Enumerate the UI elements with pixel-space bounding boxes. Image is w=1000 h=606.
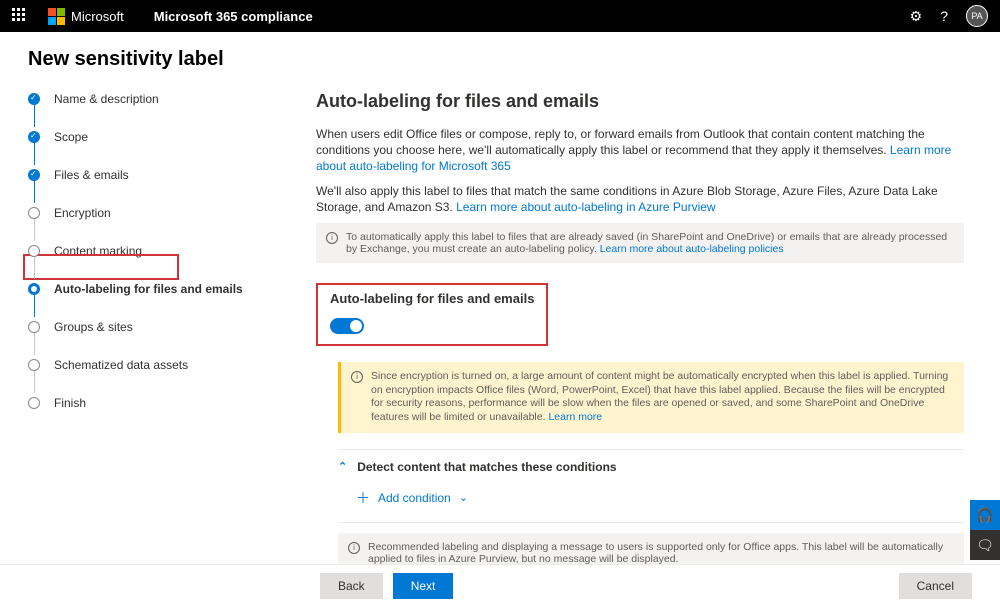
step-bullet-icon xyxy=(28,93,40,105)
conditions-expander: ⌃ Detect content that matches these cond… xyxy=(338,449,964,523)
step-label: Files & emails xyxy=(54,168,129,182)
wizard-step[interactable]: Schematized data assets xyxy=(28,357,272,373)
info-bar-policies: i To automatically apply this label to f… xyxy=(316,223,964,263)
help-icon[interactable]: ? xyxy=(940,8,948,24)
wizard-steps: Name & description Scope Files & emails Enc… xyxy=(0,83,300,583)
step-bullet-icon xyxy=(28,245,40,257)
avatar[interactable]: PA xyxy=(966,5,988,27)
app-name: Microsoft 365 compliance xyxy=(154,9,313,24)
microsoft-logo: Microsoft xyxy=(48,8,124,25)
wizard-step[interactable]: Name & description xyxy=(28,91,272,107)
brand-text: Microsoft xyxy=(71,9,124,24)
wizard-step[interactable]: Files & emails xyxy=(28,167,272,183)
info-icon: i xyxy=(326,232,338,244)
floating-help: 🎧 🗨 xyxy=(970,500,1000,560)
step-bullet-icon xyxy=(28,207,40,219)
step-bullet-icon xyxy=(28,169,40,181)
add-condition-button[interactable]: ＋ Add condition ⌄ xyxy=(356,488,964,508)
step-label: Encryption xyxy=(54,206,111,220)
cancel-button[interactable]: Cancel xyxy=(899,573,972,599)
wizard-footer: Back Next Cancel xyxy=(0,564,1000,606)
step-label: Groups & sites xyxy=(54,320,133,334)
step-label: Finish xyxy=(54,396,86,410)
app-header: Microsoft Microsoft 365 compliance ⚙ ? P… xyxy=(0,0,1000,32)
toggle-label: Auto-labeling for files and emails xyxy=(330,291,534,306)
main-content: Auto-labeling for files and emails When … xyxy=(300,83,1000,583)
expander-header[interactable]: ⌃ Detect content that matches these cond… xyxy=(338,460,964,474)
chevron-down-icon: ⌄ xyxy=(459,491,468,504)
wizard-step[interactable]: Scope xyxy=(28,129,272,145)
encryption-warning: i Since encryption is turned on, a large… xyxy=(338,362,964,433)
wizard-step[interactable]: Content marking xyxy=(28,243,272,259)
step-bullet-icon xyxy=(28,359,40,371)
page-title: New sensitivity label xyxy=(0,32,1000,83)
description-2: We'll also apply this label to files tha… xyxy=(316,183,964,215)
wizard-step[interactable]: Groups & sites xyxy=(28,319,272,335)
wizard-step[interactable]: Finish xyxy=(28,395,272,411)
info-icon: i xyxy=(348,542,360,554)
plus-icon: ＋ xyxy=(356,488,370,508)
chevron-up-icon: ⌃ xyxy=(338,460,347,473)
learn-more-link-purview[interactable]: Learn more about auto-labeling in Azure … xyxy=(456,200,716,214)
next-button[interactable]: Next xyxy=(393,573,454,599)
step-label: Scope xyxy=(54,130,88,144)
auto-labeling-toggle[interactable] xyxy=(330,318,364,334)
waffle-icon[interactable] xyxy=(12,8,28,24)
section-heading: Auto-labeling for files and emails xyxy=(316,91,964,112)
headset-icon[interactable]: 🎧 xyxy=(970,500,1000,530)
auto-labeling-toggle-section: Auto-labeling for files and emails xyxy=(316,283,548,346)
step-bullet-icon xyxy=(28,321,40,333)
wizard-step[interactable]: Auto-labeling for files and emails xyxy=(28,281,272,297)
learn-more-link-policies[interactable]: Learn more about auto-labeling policies xyxy=(600,243,784,255)
step-label: Auto-labeling for files and emails xyxy=(54,282,243,296)
gear-icon[interactable]: ⚙ xyxy=(910,8,923,25)
back-button[interactable]: Back xyxy=(320,573,383,599)
learn-more-link-encryption[interactable]: Learn more xyxy=(548,411,602,423)
step-label: Content marking xyxy=(54,244,142,258)
step-bullet-icon xyxy=(28,397,40,409)
feedback-icon[interactable]: 🗨 xyxy=(970,530,1000,560)
description-1: When users edit Office files or compose,… xyxy=(316,126,964,175)
wizard-step[interactable]: Encryption xyxy=(28,205,272,221)
step-label: Name & description xyxy=(54,92,159,106)
step-label: Schematized data assets xyxy=(54,358,188,372)
info-icon: i xyxy=(351,371,363,383)
step-bullet-icon xyxy=(28,131,40,143)
step-bullet-icon xyxy=(28,283,40,295)
